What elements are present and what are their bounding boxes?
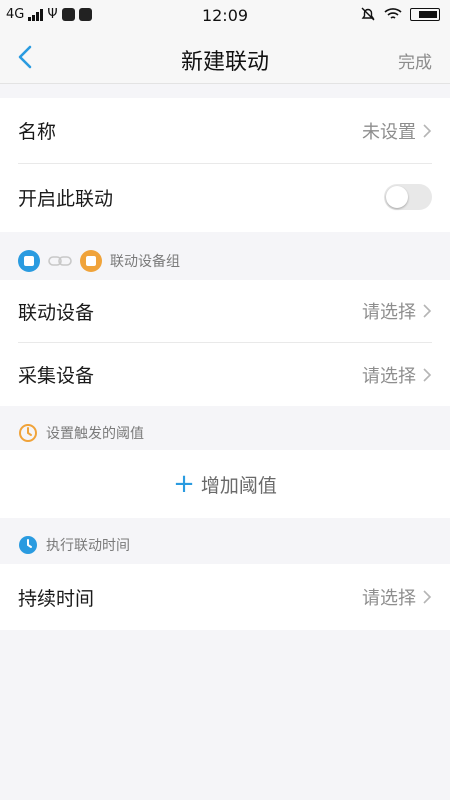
clock-icon [19,536,37,554]
device-group-title: 联动设备组 [110,254,180,270]
toggle-knob [386,186,408,208]
collect-device-row[interactable]: 采集设备 请选择 [18,343,432,406]
duration-label: 持续时间 [18,587,95,610]
execution-title: 执行联动时间 [46,538,130,554]
enable-toggle[interactable] [384,184,432,210]
timer-icon [19,424,37,442]
collect-device-label: 采集设备 [18,365,95,387]
chevron-right-icon [423,367,432,382]
name-value: 未设置 [362,121,416,143]
status-right [360,6,440,22]
device-card: 联动设备 请选择 采集设备 请选择 [0,280,450,406]
execution-card: 持续时间 请选择 [0,564,450,630]
status-bar: 4G Ψ 12:09 [0,0,450,30]
add-threshold-label: 增加阈值 [200,474,277,497]
device-orange-icon [80,250,102,272]
add-threshold-button[interactable]: + 增加阈值 [0,450,450,518]
done-button[interactable]: 完成 [398,48,432,73]
device-blue-icon [18,250,40,272]
linked-device-row[interactable]: 联动设备 请选择 [18,280,432,343]
duration-row[interactable]: 持续时间 请选择 [18,564,432,630]
basic-settings-card: 名称 未设置 开启此联动 [0,98,450,232]
link-icon [48,256,72,266]
name-label: 名称 [18,121,57,143]
threshold-card: + 增加阈值 [0,450,450,518]
plus-icon: + [173,469,195,499]
nav-bar: 新建联动 完成 [0,30,450,84]
linked-device-label: 联动设备 [18,301,95,324]
threshold-header: 设置触发的阈值 [18,423,144,443]
chevron-right-icon [423,123,432,138]
chevron-right-icon [423,304,432,318]
page-title: 新建联动 [180,50,269,75]
chevron-right-icon [423,590,432,604]
enable-row: 开启此联动 [18,164,432,230]
mute-bell-icon [361,7,375,21]
name-row[interactable]: 名称 未设置 [18,98,432,164]
enable-label: 开启此联动 [18,187,114,210]
linked-device-value: 请选择 [362,302,416,323]
wifi-icon [384,8,402,19]
duration-value: 请选择 [362,588,416,609]
threshold-title: 设置触发的阈值 [46,426,144,442]
battery-icon [410,7,440,21]
execution-header: 执行联动时间 [18,535,130,555]
collect-device-value: 请选择 [362,365,416,387]
device-group-header: 联动设备组 [18,250,180,272]
